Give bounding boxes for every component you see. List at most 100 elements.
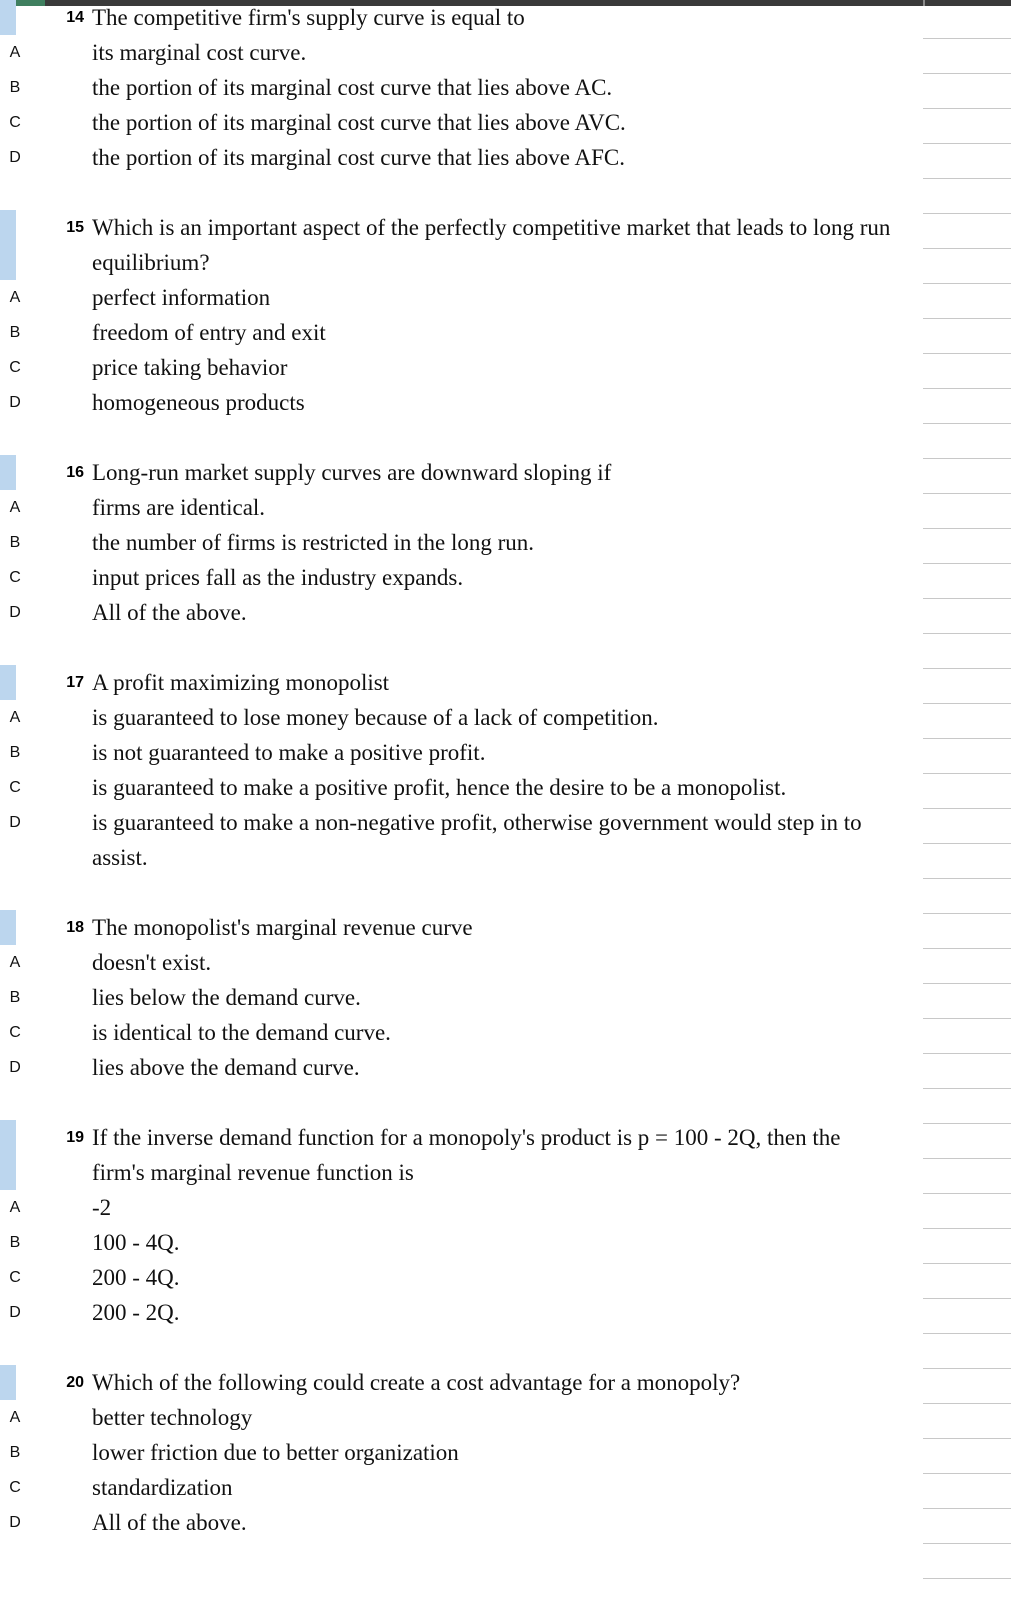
answer-option-b[interactable]: B 100 - 4Q. (0, 1225, 923, 1260)
answer-option-a[interactable]: Aperfect information (0, 280, 923, 315)
rule-line (923, 668, 1011, 669)
rule-line (923, 808, 1011, 809)
question-spacer (0, 1330, 923, 1365)
option-letter: D (9, 1059, 21, 1076)
option-text: price taking behavior (92, 355, 288, 380)
rule-line (923, 1228, 1011, 1229)
answer-option-d[interactable]: D 200 - 2Q. (0, 1295, 923, 1330)
option-letter: A (9, 499, 21, 516)
option-text: 200 - 4Q. (92, 1265, 180, 1290)
rule-line (923, 1123, 1011, 1124)
answer-option-d[interactable]: Dis guaranteed to make a non-negative pr… (0, 805, 923, 875)
rule-line (923, 73, 1011, 74)
rule-line (923, 1578, 1011, 1579)
rule-line (923, 528, 1011, 529)
answer-option-c[interactable]: Cis identical to the demand curve. (0, 1015, 923, 1050)
question-marker (0, 665, 16, 700)
question-text: Long-run market supply curves are downwa… (92, 460, 612, 485)
question-block: 20 Which of the following could create a … (0, 1365, 923, 1540)
question-text: The monopolist's marginal revenue curve (92, 915, 473, 940)
answer-option-a[interactable]: Aits marginal cost curve. (0, 35, 923, 70)
rule-line (923, 143, 1011, 144)
rule-line (923, 563, 1011, 564)
option-text: is guaranteed to lose money because of a… (92, 705, 659, 730)
rule-line (923, 1473, 1011, 1474)
answer-option-c[interactable]: Cinput prices fall as the industry expan… (0, 560, 923, 595)
rule-line (923, 493, 1011, 494)
question-block: 15 Which is an important aspect of the pe… (0, 210, 923, 420)
rule-line (923, 738, 1011, 739)
answer-option-b[interactable]: Blower friction due to better organizati… (0, 1435, 923, 1470)
answer-option-b[interactable]: Bthe portion of its marginal cost curve … (0, 70, 923, 105)
answer-option-c[interactable]: Cprice taking behavior (0, 350, 923, 385)
question-text: Which of the following could create a co… (92, 1370, 741, 1395)
question-spacer (0, 420, 923, 455)
question-block: 18 The monopolist's marginal revenue curv… (0, 910, 923, 1085)
rule-line (923, 1333, 1011, 1334)
answer-option-b[interactable]: Bfreedom of entry and exit (0, 315, 923, 350)
answer-option-b[interactable]: Blies below the demand curve. (0, 980, 923, 1015)
rule-line (923, 1088, 1011, 1089)
rule-line (923, 913, 1011, 914)
option-letter: A (9, 44, 21, 61)
answer-option-a[interactable]: Ais guaranteed to lose money because of … (0, 700, 923, 735)
answer-option-d[interactable]: Dlies above the demand curve. (0, 1050, 923, 1085)
answer-option-d[interactable]: D All of the above. (0, 595, 923, 630)
question-spacer (0, 875, 923, 910)
answer-option-d[interactable]: Dhomogeneous products (0, 385, 923, 420)
exam-question-document: 14 The competitive firm's supply curve is… (0, 0, 923, 1606)
rule-line (923, 1508, 1011, 1509)
answer-option-a[interactable]: Afirms are identical. (0, 490, 923, 525)
answer-option-b[interactable]: Bis not guaranteed to make a positive pr… (0, 735, 923, 770)
question-marker (0, 1120, 16, 1190)
option-letter: D (9, 394, 21, 411)
option-letter: D (9, 1514, 21, 1531)
answer-option-b[interactable]: Bthe number of firms is restricted in th… (0, 525, 923, 560)
rule-line (923, 633, 1011, 634)
ruled-margin-column (923, 0, 1011, 1606)
option-letter: B (9, 324, 21, 341)
answer-option-c[interactable]: Cis guaranteed to make a positive profit… (0, 770, 923, 805)
question-stem-row: 18 The monopolist's marginal revenue curv… (0, 910, 923, 945)
question-block: 16 Long-run market supply curves are down… (0, 455, 923, 630)
option-letter: A (9, 1199, 21, 1216)
answer-option-c[interactable]: Cthe portion of its marginal cost curve … (0, 105, 923, 140)
rule-line (923, 703, 1011, 704)
option-text: lies below the demand curve. (92, 985, 361, 1010)
question-block: 17 A profit maximizing monopolist Ais guar… (0, 665, 923, 875)
option-letter: C (9, 1024, 21, 1041)
question-spacer (0, 175, 923, 210)
question-stem-row: 20 Which of the following could create a … (0, 1365, 923, 1400)
option-text: homogeneous products (92, 390, 305, 415)
answer-option-c[interactable]: Cstandardization (0, 1470, 923, 1505)
option-text: is identical to the demand curve. (92, 1020, 391, 1045)
rule-line (923, 948, 1011, 949)
question-stem-row: 15 Which is an important aspect of the pe… (0, 210, 923, 280)
option-letter: B (9, 1444, 21, 1461)
option-text: the portion of its marginal cost curve t… (92, 145, 625, 170)
rule-line (923, 1263, 1011, 1264)
option-text: lies above the demand curve. (92, 1055, 360, 1080)
answer-option-d[interactable]: Dthe portion of its marginal cost curve … (0, 140, 923, 175)
option-letter: D (9, 604, 21, 621)
rule-line (923, 458, 1011, 459)
answer-option-d[interactable]: D All of the above. (0, 1505, 923, 1540)
answer-option-a[interactable]: Adoesn't exist. (0, 945, 923, 980)
question-marker (0, 1365, 16, 1400)
option-text: doesn't exist. (92, 950, 212, 975)
question-spacer (0, 630, 923, 665)
option-text: the number of firms is restricted in the… (92, 530, 535, 555)
rule-line (923, 1298, 1011, 1299)
rule-line (923, 388, 1011, 389)
option-text: is guaranteed to make a non-negative pro… (92, 810, 862, 870)
option-text: input prices fall as the industry expand… (92, 565, 464, 590)
answer-option-c[interactable]: C 200 - 4Q. (0, 1260, 923, 1295)
answer-option-a[interactable]: A -2 (0, 1190, 923, 1225)
question-stem-row: 19 If the inverse demand function for a m… (0, 1120, 923, 1190)
option-text: is not guaranteed to make a positive pro… (92, 740, 486, 765)
rule-line (923, 248, 1011, 249)
answer-option-a[interactable]: Abetter technology (0, 1400, 923, 1435)
question-text: If the inverse demand function for a mon… (92, 1125, 841, 1185)
option-text: perfect information (92, 285, 271, 310)
rule-line (923, 598, 1011, 599)
